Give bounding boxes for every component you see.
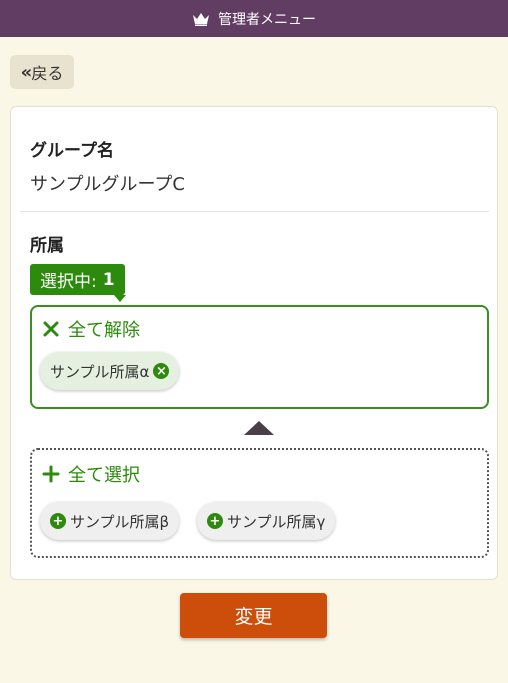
select-all-button[interactable]: 全て選択 xyxy=(42,461,140,487)
header-title: 管理者メニュー xyxy=(218,11,316,28)
divider xyxy=(20,211,489,212)
affiliation-label: 所属 xyxy=(30,236,64,256)
remove-circle-icon[interactable]: × xyxy=(153,363,170,379)
submit-button-label: 変更 xyxy=(234,606,273,628)
group-name-value: サンプルグループC xyxy=(30,174,185,195)
group-name-label: グループ名 xyxy=(30,141,114,161)
close-icon xyxy=(43,321,59,337)
chip-label: サンプル所属β xyxy=(70,512,170,531)
select-all-label: 全て選択 xyxy=(68,465,140,486)
plus-icon xyxy=(42,465,60,483)
available-items-box: 全て選択 + サンプル所属β + サンプル所属γ xyxy=(30,448,489,558)
selected-count-badge: 選択中: 1 xyxy=(30,264,126,302)
selected-count-label: 選択中: xyxy=(40,272,97,292)
header-bar: 管理者メニュー xyxy=(0,0,508,37)
clear-all-label: 全て解除 xyxy=(68,320,140,341)
available-chip[interactable]: + サンプル所属β xyxy=(40,502,180,540)
selected-count-value: 1 xyxy=(102,269,115,290)
available-chip[interactable]: + サンプル所属γ xyxy=(197,502,336,540)
clear-all-button[interactable]: 全て解除 xyxy=(42,316,140,342)
submit-button[interactable]: 変更 xyxy=(180,593,327,638)
form-card: グループ名 サンプルグループC 所属 選択中: 1 全て解除 サンプル所属α ×… xyxy=(10,106,498,580)
chip-label: サンプル所属α xyxy=(50,362,150,381)
back-button[interactable]: « 戻る xyxy=(10,55,74,89)
back-button-label: 戻る xyxy=(31,64,64,83)
add-circle-icon: + xyxy=(207,513,223,529)
crown-icon xyxy=(193,12,209,26)
selected-items-box: 全て解除 サンプル所属α × xyxy=(30,305,489,409)
move-up-arrow-icon xyxy=(244,421,274,435)
chip-label: サンプル所属γ xyxy=(227,512,326,531)
double-chevron-left-icon: « xyxy=(20,61,33,83)
selected-chip[interactable]: サンプル所属α × xyxy=(40,352,180,390)
add-circle-icon: + xyxy=(50,513,66,529)
